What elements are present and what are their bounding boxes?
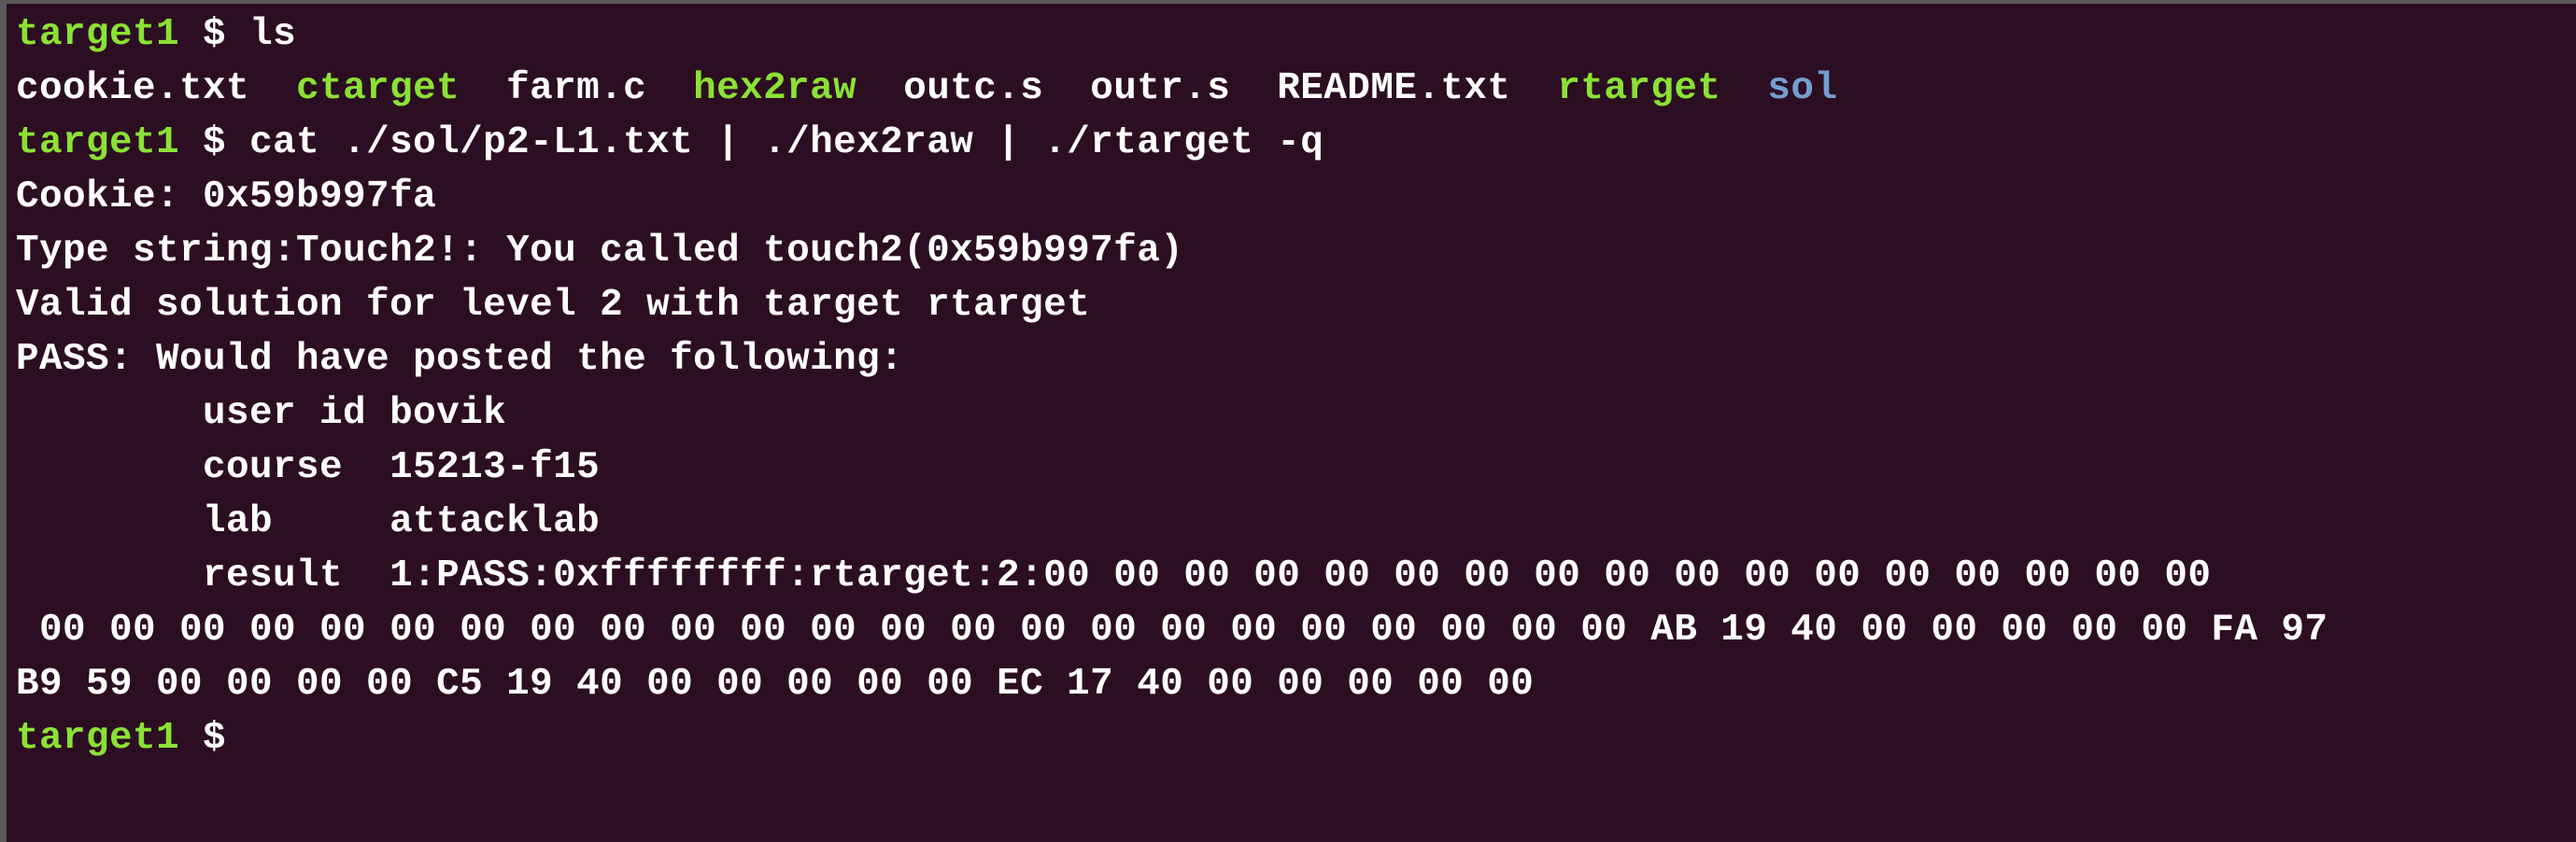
output-line: course 15213-f15 bbox=[16, 446, 601, 489]
ls-output-line: cookie.txt ctarget farm.c hex2raw outc.s… bbox=[16, 62, 2576, 116]
output-line: B9 59 00 00 00 00 C5 19 40 00 00 00 00 0… bbox=[16, 663, 1535, 706]
output-line: user id bovik bbox=[16, 392, 507, 435]
output-line: lab attacklab bbox=[16, 500, 601, 543]
ls-item-executable: hex2raw bbox=[693, 67, 857, 110]
terminal-window[interactable]: target1 $ ls cookie.txt ctarget farm.c h… bbox=[7, 4, 2576, 842]
ls-item-file: outc.s bbox=[903, 67, 1044, 110]
ls-item-file: cookie.txt bbox=[16, 67, 250, 110]
output-line: Valid solution for level 2 with target r… bbox=[16, 284, 1091, 327]
output-line: Type string:Touch2!: You called touch2(0… bbox=[16, 230, 1184, 273]
ls-item-file: farm.c bbox=[506, 67, 647, 110]
output-line: result 1:PASS:0xffffffff:rtarget:2:00 00… bbox=[16, 554, 2212, 597]
prompt-symbol: $ bbox=[203, 121, 227, 164]
prompt-host: target1 bbox=[16, 13, 180, 56]
ls-item-directory: sol bbox=[1767, 67, 1838, 110]
ls-item-file: README.txt bbox=[1277, 67, 1511, 110]
output-line: Cookie: 0x59b997fa bbox=[16, 175, 437, 218]
command-line-2: target1 $ cat ./sol/p2-L1.txt | ./hex2ra… bbox=[16, 116, 2576, 170]
prompt-symbol: $ bbox=[203, 13, 227, 56]
command-line-active[interactable]: target1 $ bbox=[16, 711, 2576, 765]
command-text: ls bbox=[249, 13, 297, 56]
terminal-output: target1 $ ls cookie.txt ctarget farm.c h… bbox=[16, 7, 2576, 765]
ls-item-file: outr.s bbox=[1090, 67, 1231, 110]
ls-item-executable: ctarget bbox=[296, 67, 460, 110]
command-line-1: target1 $ ls bbox=[16, 7, 2576, 62]
output-line: 00 00 00 00 00 00 00 00 00 00 00 00 00 0… bbox=[16, 609, 2328, 652]
prompt-host: target1 bbox=[16, 121, 180, 164]
prompt-symbol: $ bbox=[203, 717, 227, 760]
command-text: cat ./sol/p2-L1.txt | ./hex2raw | ./rtar… bbox=[249, 121, 1324, 164]
prompt-host: target1 bbox=[16, 717, 180, 760]
output-line: PASS: Would have posted the following: bbox=[16, 338, 904, 381]
ls-item-executable: rtarget bbox=[1557, 67, 1721, 110]
